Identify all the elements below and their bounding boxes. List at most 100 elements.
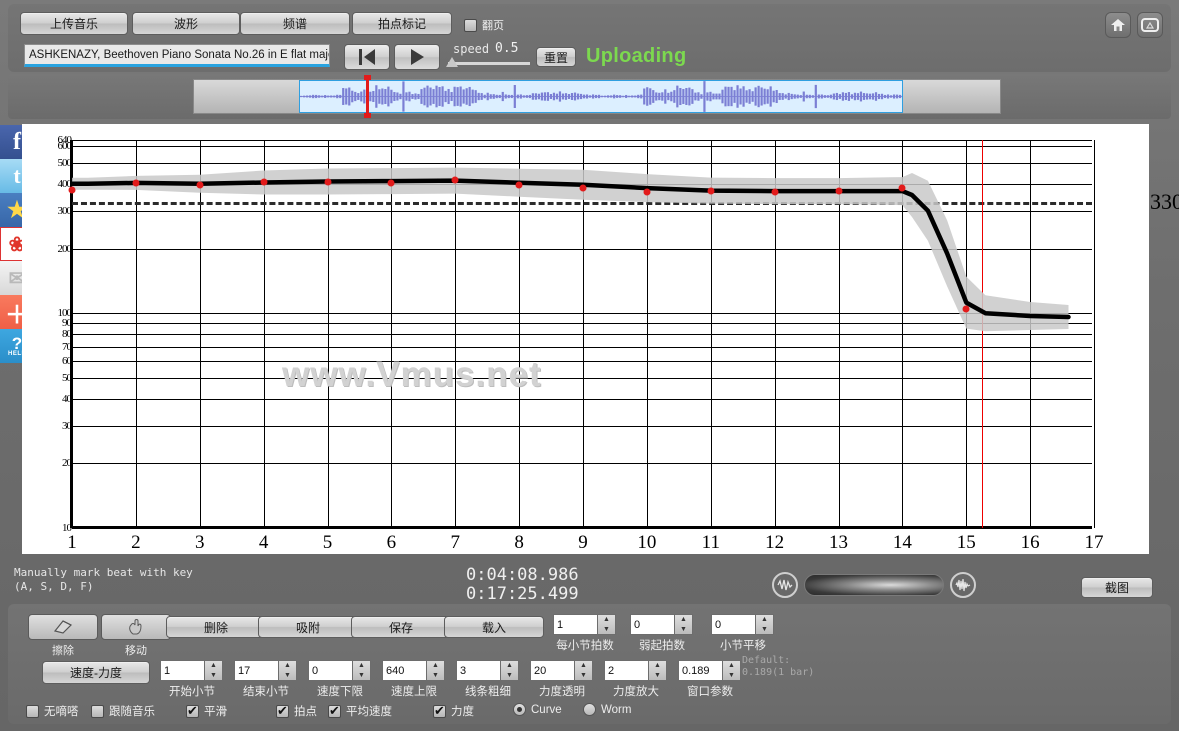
screenshot-button[interactable]: 截图 — [1081, 577, 1153, 598]
dynamics-scale-arrows[interactable]: ▲ ▼ — [648, 660, 667, 681]
average-speed-checkbox-wrap[interactable]: 平均速度 — [328, 703, 392, 719]
speed-max-arrows[interactable]: ▲ ▼ — [426, 660, 445, 681]
speed-max-up-arrow[interactable]: ▲ — [427, 661, 444, 671]
window-param-arrows[interactable]: ▲ ▼ — [722, 660, 741, 681]
beat-dot[interactable] — [707, 187, 715, 195]
dynamics-alpha-spinner[interactable]: 20 ▲ ▼ — [530, 660, 593, 681]
speed-min-spinner[interactable]: 0 ▲ ▼ — [308, 660, 371, 681]
beats-per-bar-down-arrow[interactable]: ▼ — [598, 625, 615, 635]
dynamics-scale-up-arrow[interactable]: ▲ — [649, 661, 666, 671]
start-bar-arrows[interactable]: ▲ ▼ — [204, 660, 223, 681]
dynamics-scale-spinner[interactable]: 2 ▲ ▼ — [604, 660, 667, 681]
pickup-beats-arrows[interactable]: ▲ ▼ — [674, 614, 693, 635]
beat-dot[interactable] — [579, 184, 587, 192]
no-tick-checkbox[interactable] — [26, 704, 39, 718]
reset-button[interactable]: 重置 — [536, 47, 576, 67]
upload-music-button[interactable]: 上传音乐 — [20, 12, 128, 35]
dynamics-alpha-down-arrow[interactable]: ▼ — [575, 671, 592, 681]
beat-checkbox-wrap[interactable]: 拍点 — [276, 703, 317, 719]
bar-shift-spinner[interactable]: 0 ▲ ▼ — [711, 614, 774, 635]
pickup-beats-up-arrow[interactable]: ▲ — [675, 615, 692, 625]
end-bar-up-arrow[interactable]: ▲ — [279, 661, 296, 671]
window-param-down-arrow[interactable]: ▼ — [723, 671, 740, 681]
dynamics-checkbox[interactable] — [433, 703, 446, 718]
speed-max-spinner[interactable]: 640 ▲ ▼ — [382, 660, 445, 681]
worm-radio-wrap[interactable]: Worm — [583, 703, 631, 716]
worm-radio[interactable] — [583, 703, 596, 716]
follow-music-checkbox[interactable] — [91, 704, 104, 718]
flip-page-checkbox-wrap[interactable]: 翻页 — [464, 17, 504, 33]
fullscreen-icon[interactable] — [1137, 12, 1163, 38]
beat-dot[interactable] — [643, 188, 651, 196]
bar-shift-value[interactable]: 0 — [711, 614, 755, 635]
beats-per-bar-arrows[interactable]: ▲ ▼ — [597, 614, 616, 635]
window-param-value[interactable]: 0.189 — [678, 660, 722, 681]
window-param-up-arrow[interactable]: ▲ — [723, 661, 740, 671]
line-width-value[interactable]: 3 — [456, 660, 500, 681]
curve-radio-wrap[interactable]: Curve — [513, 703, 562, 716]
bar-shift-up-arrow[interactable]: ▲ — [756, 615, 773, 625]
speed-dynamics-mode-button[interactable]: 速度-力度 — [42, 661, 150, 684]
snap-button[interactable]: 吸附 — [258, 616, 358, 638]
pickup-beats-spinner[interactable]: 0 ▲ ▼ — [630, 614, 693, 635]
beat-dot[interactable] — [962, 305, 970, 313]
rewind-button[interactable] — [344, 44, 390, 70]
speed-slider-knob[interactable] — [446, 57, 458, 67]
waveform-overview-track[interactable] — [193, 75, 1001, 118]
beat-dot[interactable] — [898, 184, 906, 192]
line-width-arrows[interactable]: ▲ ▼ — [500, 660, 519, 681]
dynamics-scale-down-arrow[interactable]: ▼ — [649, 671, 666, 681]
load-button[interactable]: 载入 — [444, 616, 544, 638]
end-bar-spinner[interactable]: 17 ▲ ▼ — [234, 660, 297, 681]
bar-shift-down-arrow[interactable]: ▼ — [756, 625, 773, 635]
bar-shift-arrows[interactable]: ▲ ▼ — [755, 614, 774, 635]
speed-min-value[interactable]: 0 — [308, 660, 352, 681]
beat-dot[interactable] — [387, 179, 395, 187]
save-button[interactable]: 保存 — [351, 616, 451, 638]
beat-dot[interactable] — [835, 187, 842, 195]
speed-slider[interactable] — [446, 57, 530, 67]
volume-slider[interactable] — [804, 574, 944, 596]
smooth-checkbox-wrap[interactable]: 平滑 — [186, 703, 227, 719]
window-param-spinner[interactable]: 0.189 ▲ ▼ — [678, 660, 741, 681]
speed-min-down-arrow[interactable]: ▼ — [353, 671, 370, 681]
start-bar-spinner[interactable]: 1 ▲ ▼ — [160, 660, 223, 681]
waveform-large-icon[interactable] — [950, 572, 976, 598]
pickup-beats-value[interactable]: 0 — [630, 614, 674, 635]
end-bar-down-arrow[interactable]: ▼ — [279, 671, 296, 681]
beat-dot[interactable] — [132, 179, 140, 187]
no-tick-checkbox-wrap[interactable]: 无嘀嗒 — [26, 703, 79, 719]
line-width-down-arrow[interactable]: ▼ — [501, 671, 518, 681]
speed-min-up-arrow[interactable]: ▲ — [353, 661, 370, 671]
speed-min-arrows[interactable]: ▲ ▼ — [352, 660, 371, 681]
beat-checkbox[interactable] — [276, 703, 289, 718]
speed-max-down-arrow[interactable]: ▼ — [427, 671, 444, 681]
flip-page-checkbox[interactable] — [464, 18, 477, 32]
beat-dot[interactable] — [68, 186, 76, 194]
line-width-up-arrow[interactable]: ▲ — [501, 661, 518, 671]
start-bar-up-arrow[interactable]: ▲ — [205, 661, 222, 671]
smooth-checkbox[interactable] — [186, 703, 199, 718]
erase-tool-button[interactable] — [28, 614, 98, 640]
waveform-selection-region[interactable] — [299, 80, 903, 113]
beat-dot[interactable] — [771, 188, 779, 196]
beat-mark-button[interactable]: 拍点标记 — [352, 12, 452, 35]
waveform-button[interactable]: 波形 — [132, 12, 240, 35]
beat-dot[interactable] — [260, 178, 268, 186]
dynamics-scale-value[interactable]: 2 — [604, 660, 648, 681]
move-tool-button[interactable] — [101, 614, 171, 640]
start-bar-value[interactable]: 1 — [160, 660, 204, 681]
waveform-playhead[interactable] — [364, 75, 371, 118]
dynamics-alpha-value[interactable]: 20 — [530, 660, 574, 681]
delete-button[interactable]: 删除 — [166, 616, 266, 638]
curve-radio[interactable] — [513, 703, 526, 716]
chart-plot-area[interactable]: 10 20 30 40 50 60 70 80 90 100 200 300 400 500 600 640 … — [58, 134, 1179, 553]
pickup-beats-down-arrow[interactable]: ▼ — [675, 625, 692, 635]
home-icon[interactable] — [1105, 12, 1131, 38]
beats-per-bar-up-arrow[interactable]: ▲ — [598, 615, 615, 625]
tempo-chart-panel[interactable]: 10 20 30 40 50 60 70 80 90 100 200 300 400 500 600 640 … — [22, 124, 1179, 554]
beat-dot[interactable] — [324, 178, 331, 186]
beats-per-bar-spinner[interactable]: 1 ▲ ▼ — [553, 614, 616, 635]
play-button[interactable] — [394, 44, 440, 70]
follow-music-checkbox-wrap[interactable]: 跟随音乐 — [91, 703, 155, 719]
